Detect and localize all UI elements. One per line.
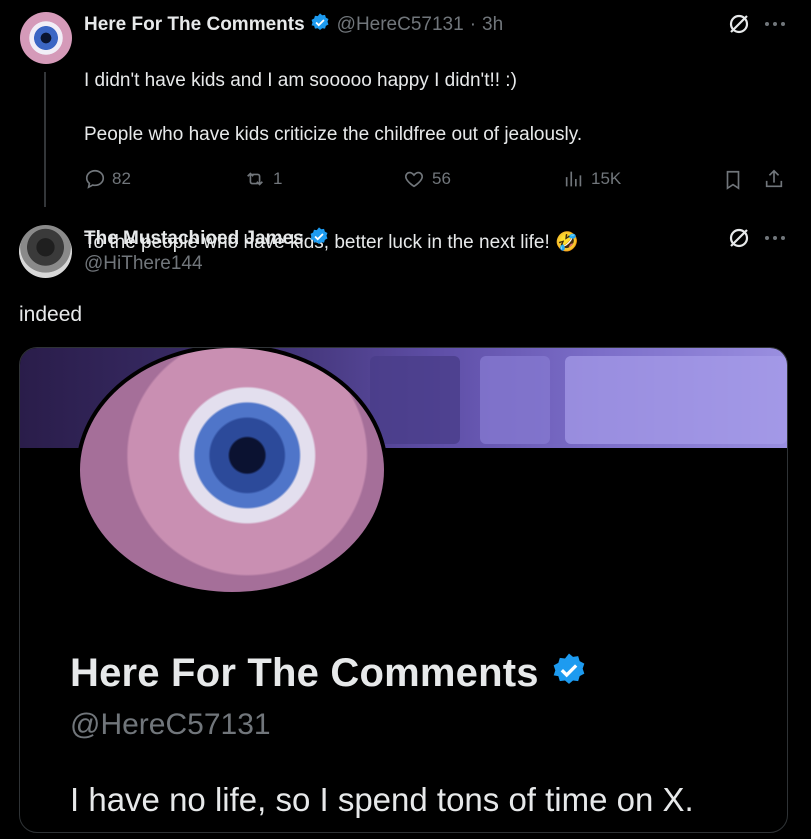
like-icon xyxy=(402,168,426,190)
timestamp[interactable]: 3h xyxy=(482,14,503,36)
avatar[interactable] xyxy=(20,12,72,64)
tweet1-line1: I didn't have kids and I am sooooo happy… xyxy=(84,70,517,91)
views-icon xyxy=(563,168,585,190)
card-bio: I have no life, so I spend tons of time … xyxy=(70,781,694,818)
like-button[interactable]: 56 xyxy=(402,168,451,190)
grok-icon[interactable] xyxy=(727,226,751,250)
tweet1-line2: People who have kids criticize the child… xyxy=(84,124,583,145)
profile-avatar-eye xyxy=(76,348,388,596)
avatar[interactable] xyxy=(19,225,72,278)
verified-badge-icon xyxy=(309,12,331,39)
card-header: Here For The Comments xyxy=(70,648,589,698)
share-icon[interactable] xyxy=(763,167,785,191)
display-name[interactable]: Here For The Comments xyxy=(84,14,305,36)
verified-badge-icon xyxy=(549,651,589,696)
handle[interactable]: @HiThere144 xyxy=(84,253,203,275)
reply-button[interactable]: 82 xyxy=(84,168,131,190)
card-display-name: Here For The Comments xyxy=(70,650,539,695)
reply-icon xyxy=(84,168,106,190)
card-handle: @HereC57131 xyxy=(70,708,271,741)
more-icon[interactable] xyxy=(764,234,786,242)
grok-icon[interactable] xyxy=(727,12,751,36)
display-name[interactable]: The Mustachioed James xyxy=(84,228,304,250)
like-count: 56 xyxy=(432,169,451,188)
repost-icon xyxy=(243,168,267,190)
tweet2-header: The Mustachioed James xyxy=(84,226,330,252)
tweet1-header: Here For The Comments @HereC57131 · 3h xyxy=(84,12,503,38)
handle[interactable]: @HereC57131 xyxy=(337,14,464,36)
tweet2-text: indeed xyxy=(19,303,83,326)
views-count: 15K xyxy=(591,169,622,188)
thread-line xyxy=(44,72,46,207)
separator-dot: · xyxy=(469,14,477,35)
repost-count: 1 xyxy=(273,169,283,188)
more-icon[interactable] xyxy=(764,20,786,28)
repost-button[interactable]: 1 xyxy=(243,168,282,190)
views-button[interactable]: 15K xyxy=(563,168,621,190)
verified-badge-icon xyxy=(308,226,330,253)
bookmark-icon[interactable] xyxy=(722,168,744,192)
reply-count: 82 xyxy=(112,169,131,188)
profile-card-image[interactable]: Here For The Comments @HereC57131 I have… xyxy=(19,347,788,833)
